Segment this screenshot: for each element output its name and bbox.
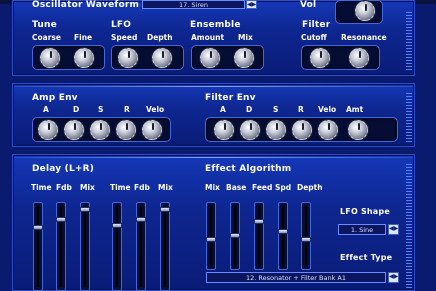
delay-title: Delay (L+R) (32, 164, 95, 174)
amp-env-a-knob[interactable] (38, 120, 58, 140)
delay-l-time-label: Time (31, 183, 52, 192)
delay-r-mix-fader[interactable] (160, 202, 170, 291)
ensemble-mix-knob[interactable] (234, 48, 254, 68)
tune-fine-knob[interactable] (74, 48, 94, 68)
fader-handle[interactable] (301, 237, 311, 242)
filter-resonance-knob[interactable] (349, 48, 369, 68)
fader-handle[interactable] (206, 237, 216, 242)
amp-env-velo-label: Velo (146, 105, 165, 114)
tune-coarse-label: Coarse (32, 33, 61, 42)
ensemble-amount-label: Amount (191, 33, 225, 42)
oscillator-waveform-title: Oscillator Waveform (32, 0, 140, 10)
panel-grip (406, 10, 412, 70)
filter-title: Filter (302, 20, 331, 30)
filter-env-amt-label: Amt (346, 105, 364, 114)
tune-fine-label: Fine (74, 33, 93, 42)
ensemble-mix-label: Mix (238, 33, 253, 42)
effect-mix-fader[interactable] (206, 202, 216, 270)
fader-handle[interactable] (160, 207, 170, 212)
filter-env-velo-knob[interactable] (318, 120, 338, 140)
fader-handle[interactable] (33, 225, 43, 230)
effect-base-fader[interactable] (230, 202, 240, 270)
effect-depth-label: Depth (297, 183, 323, 192)
lfo-depth-label: Depth (147, 33, 173, 42)
lfo-shape-display[interactable]: 1. Sine (338, 224, 386, 235)
filter-env-amt-knob[interactable] (348, 120, 368, 140)
lfo-shape-title: LFO Shape (340, 207, 390, 216)
lfo-speed-knob[interactable] (118, 48, 138, 68)
env-top-rule (14, 86, 413, 87)
delay-r-time-fader[interactable] (112, 202, 122, 291)
effect-type-spin-arrows[interactable]: ◀▶ (388, 272, 399, 283)
lfo-depth-knob[interactable] (152, 48, 172, 68)
amp-env-a-label: A (43, 105, 49, 114)
effect-algorithm-title: Effect Algorithm (205, 164, 292, 174)
amp-env-velo-knob[interactable] (142, 120, 162, 140)
vol-knob[interactable] (355, 1, 375, 21)
delay-r-fdb-fader[interactable] (136, 202, 146, 291)
fader-handle[interactable] (136, 217, 146, 222)
filter-resonance-label: Resonance (341, 33, 387, 42)
delay-l-fdb-label: Fdb (56, 183, 72, 192)
filter-env-d-knob[interactable] (240, 120, 260, 140)
fader-handle[interactable] (56, 217, 66, 222)
ensemble-amount-knob[interactable] (200, 48, 220, 68)
fader-handle[interactable] (112, 223, 122, 228)
filter-env-r-label: R (298, 105, 304, 114)
filter-env-title: Filter Env (205, 93, 256, 103)
amp-env-s-knob[interactable] (90, 120, 110, 140)
effect-type-title: Effect Type (340, 253, 393, 262)
effect-spd-label: Spd (275, 183, 292, 192)
lfo-shape-spin-arrows[interactable]: ◀▶ (388, 224, 399, 235)
filter-env-a-knob[interactable] (214, 120, 234, 140)
filter-env-s-knob[interactable] (266, 120, 286, 140)
filter-env-velo-label: Velo (318, 105, 337, 114)
amp-env-d-knob[interactable] (64, 120, 84, 140)
fx-top-rule (14, 157, 413, 158)
fader-handle[interactable] (80, 207, 90, 212)
panel-grip-env (406, 92, 412, 142)
panel-grip-fx (406, 163, 412, 288)
amp-env-d-label: D (73, 105, 80, 114)
filter-env-d-label: D (246, 105, 253, 114)
amp-env-s-label: S (98, 105, 104, 114)
effect-depth-fader[interactable] (301, 202, 311, 270)
lfo-title: LFO (111, 20, 132, 30)
delay-r-time-label: Time (110, 183, 131, 192)
tune-title: Tune (32, 20, 57, 30)
effect-feed-fader[interactable] (254, 202, 264, 270)
waveform-display[interactable]: 17. Siren (142, 0, 245, 9)
effect-feed-label: Feed (252, 183, 273, 192)
amp-env-r-knob[interactable] (116, 120, 136, 140)
filter-env-r-knob[interactable] (292, 120, 312, 140)
effect-type-display[interactable]: 12. Resonator + Filter Bank A1 (206, 272, 386, 283)
fader-handle[interactable] (230, 233, 240, 238)
delay-l-time-fader[interactable] (33, 202, 43, 291)
delay-r-mix-label: Mix (158, 183, 173, 192)
amp-env-r-label: R (124, 105, 130, 114)
tune-coarse-knob[interactable] (40, 48, 60, 68)
waveform-spin-arrows[interactable]: ◀▶ (246, 0, 257, 9)
effect-base-label: Base (226, 183, 247, 192)
amp-env-title: Amp Env (32, 93, 78, 103)
lfo-speed-label: Speed (111, 33, 138, 42)
filter-env-s-label: S (273, 105, 279, 114)
delay-l-fdb-fader[interactable] (56, 202, 66, 291)
delay-r-fdb-label: Fdb (134, 183, 150, 192)
vol-title: Vol (300, 0, 317, 10)
filter-env-a-label: A (220, 105, 226, 114)
fader-handle[interactable] (254, 219, 264, 224)
effect-spd-fader[interactable] (278, 202, 288, 270)
ensemble-title: Ensemble (190, 20, 241, 30)
filter-cutoff-knob[interactable] (310, 48, 330, 68)
fader-handle[interactable] (278, 229, 288, 234)
delay-l-mix-fader[interactable] (80, 202, 90, 291)
filter-cutoff-label: Cutoff (301, 33, 327, 42)
effect-mix-label: Mix (205, 183, 220, 192)
delay-l-mix-label: Mix (80, 183, 95, 192)
